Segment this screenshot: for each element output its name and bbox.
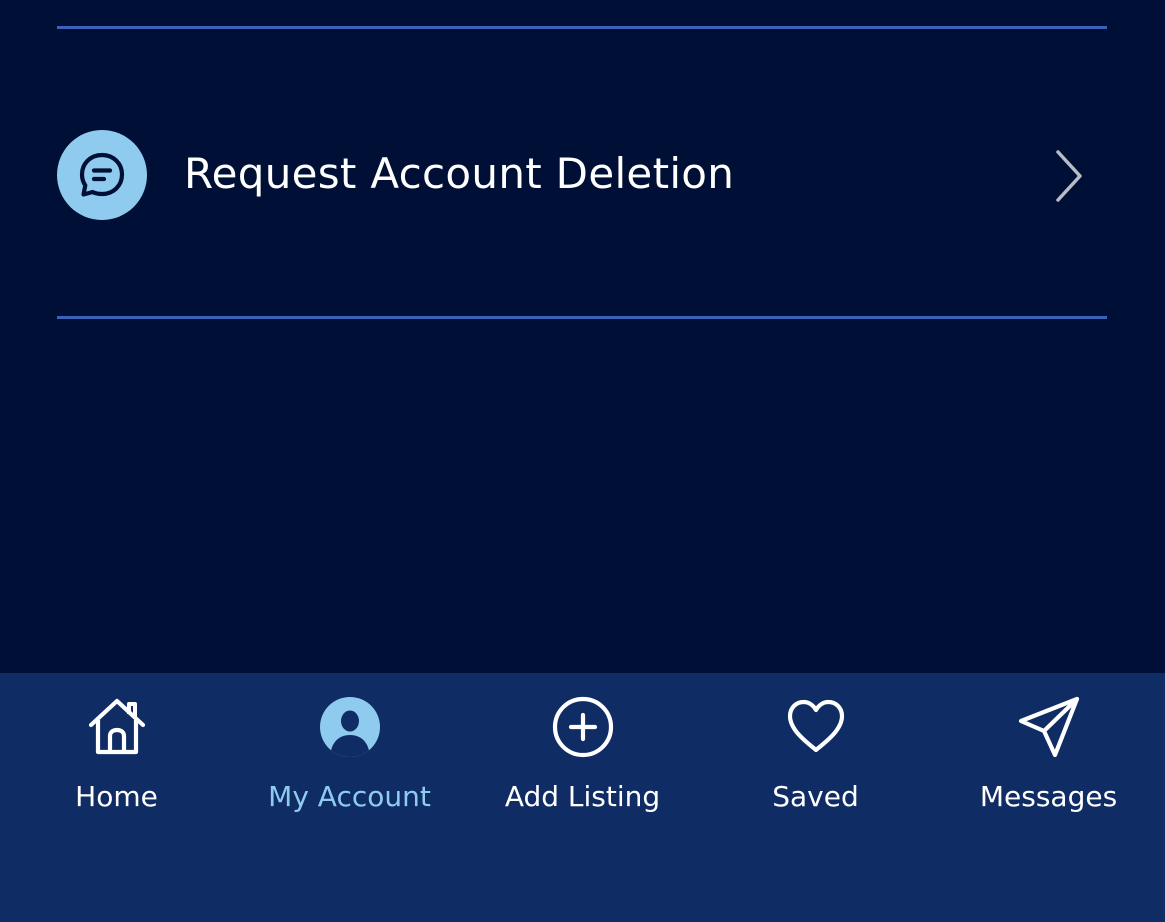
tab-saved[interactable]: Saved [699, 673, 932, 843]
plus-circle-icon [552, 696, 613, 758]
request-account-deletion-row[interactable]: Request Account Deletion [0, 29, 1165, 316]
tab-saved-label: Saved [772, 780, 859, 813]
chat-bubble-icon [57, 130, 147, 220]
bottom-tab-bar: Home My Account Add Listing Saved Messag… [0, 673, 1165, 922]
tab-add-listing-label: Add Listing [504, 780, 661, 813]
account-screen: Request Account Deletion Home My Account… [0, 0, 1165, 922]
tab-messages[interactable]: Messages [932, 673, 1165, 843]
tab-my-account-label: My Account [268, 780, 431, 813]
heart-icon [787, 699, 844, 753]
paper-plane-icon [1018, 696, 1079, 758]
user-avatar-icon [319, 697, 380, 757]
divider-bottom [57, 316, 1107, 319]
request-account-deletion-label: Request Account Deletion [184, 149, 735, 198]
home-icon [88, 698, 145, 755]
tab-add-listing[interactable]: Add Listing [466, 673, 699, 843]
tab-my-account[interactable]: My Account [233, 673, 466, 843]
chevron-right-icon [1056, 150, 1082, 202]
tab-home[interactable]: Home [0, 673, 233, 843]
tab-messages-label: Messages [979, 780, 1118, 813]
tab-home-label: Home [75, 780, 158, 813]
